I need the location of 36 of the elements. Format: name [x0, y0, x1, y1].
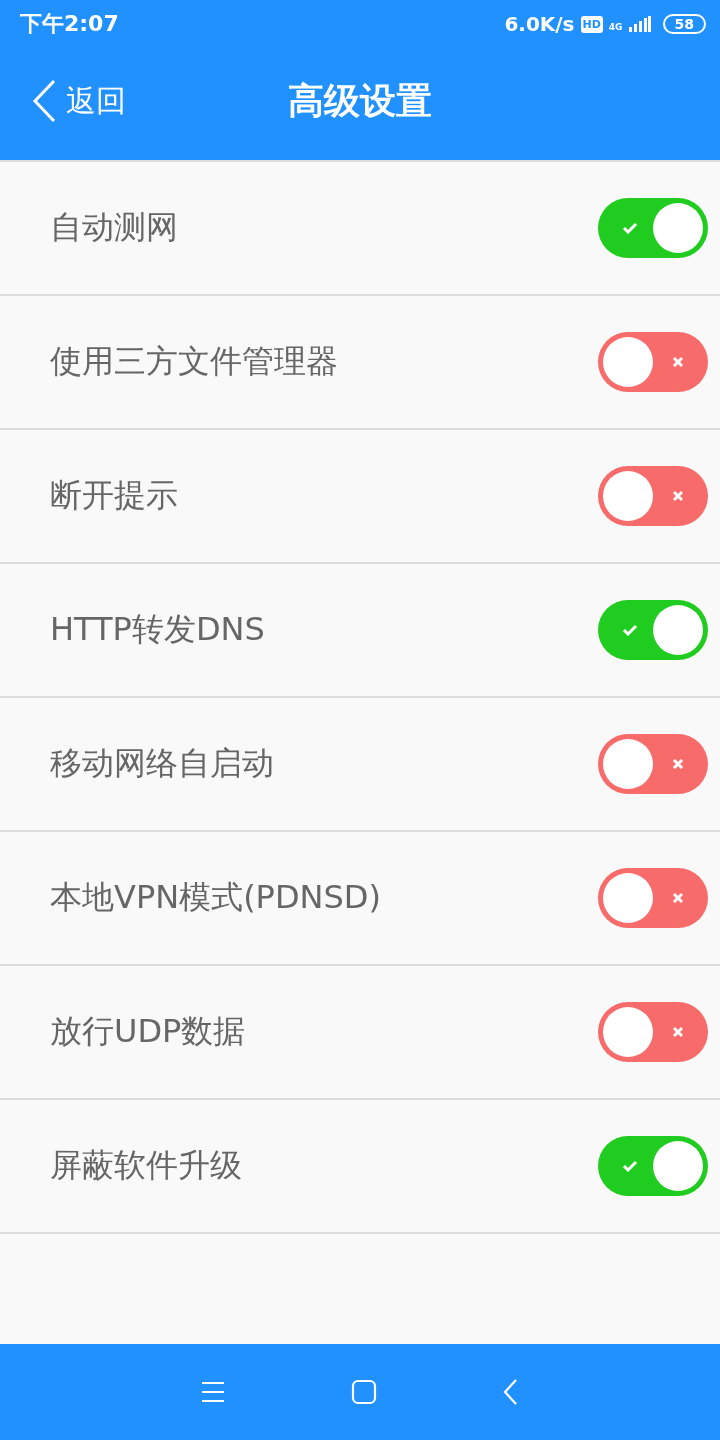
toggle-switch[interactable] [598, 1136, 708, 1196]
home-icon[interactable] [351, 1379, 377, 1405]
cross-icon [672, 356, 684, 368]
toggle-switch[interactable] [598, 198, 708, 258]
setting-label: 屏蔽软件升级 [50, 1145, 242, 1186]
setting-label: 移动网络自启动 [50, 743, 274, 784]
network-speed: 6.0K/s [504, 12, 575, 36]
cross-icon [672, 1026, 684, 1038]
toggle-switch[interactable] [598, 600, 708, 660]
setting-label: 本地VPN模式(PDNSD) [50, 877, 381, 918]
signal-icon [628, 16, 651, 32]
check-icon [622, 222, 638, 234]
setting-label: 自动测网 [50, 207, 178, 248]
status-time: 下午2:07 [20, 10, 119, 38]
toggle-switch[interactable] [598, 868, 708, 928]
back-button[interactable]: 返回 [32, 79, 126, 123]
menu-icon[interactable] [201, 1381, 225, 1403]
setting-label: 断开提示 [50, 475, 178, 516]
chevron-icon [32, 79, 56, 123]
cross-icon [672, 490, 684, 502]
back-icon[interactable] [503, 1379, 519, 1405]
network-type: 4G [608, 22, 623, 32]
setting-label: HTTP转发DNS [50, 609, 265, 650]
toggle-switch[interactable] [598, 332, 708, 392]
check-icon [622, 624, 638, 636]
toggle-switch[interactable] [598, 1002, 708, 1062]
toggle-switch[interactable] [598, 466, 708, 526]
setting-label: 放行UDP数据 [50, 1011, 246, 1052]
check-icon [622, 1160, 638, 1172]
battery-level: 58 [662, 14, 706, 34]
cross-icon [672, 892, 684, 904]
hd-badge: HD [580, 15, 603, 33]
page-title: 高级设置 [288, 78, 432, 123]
setting-label: 使用三方文件管理器 [50, 341, 338, 382]
toggle-switch[interactable] [598, 734, 708, 794]
cross-icon [672, 758, 684, 770]
